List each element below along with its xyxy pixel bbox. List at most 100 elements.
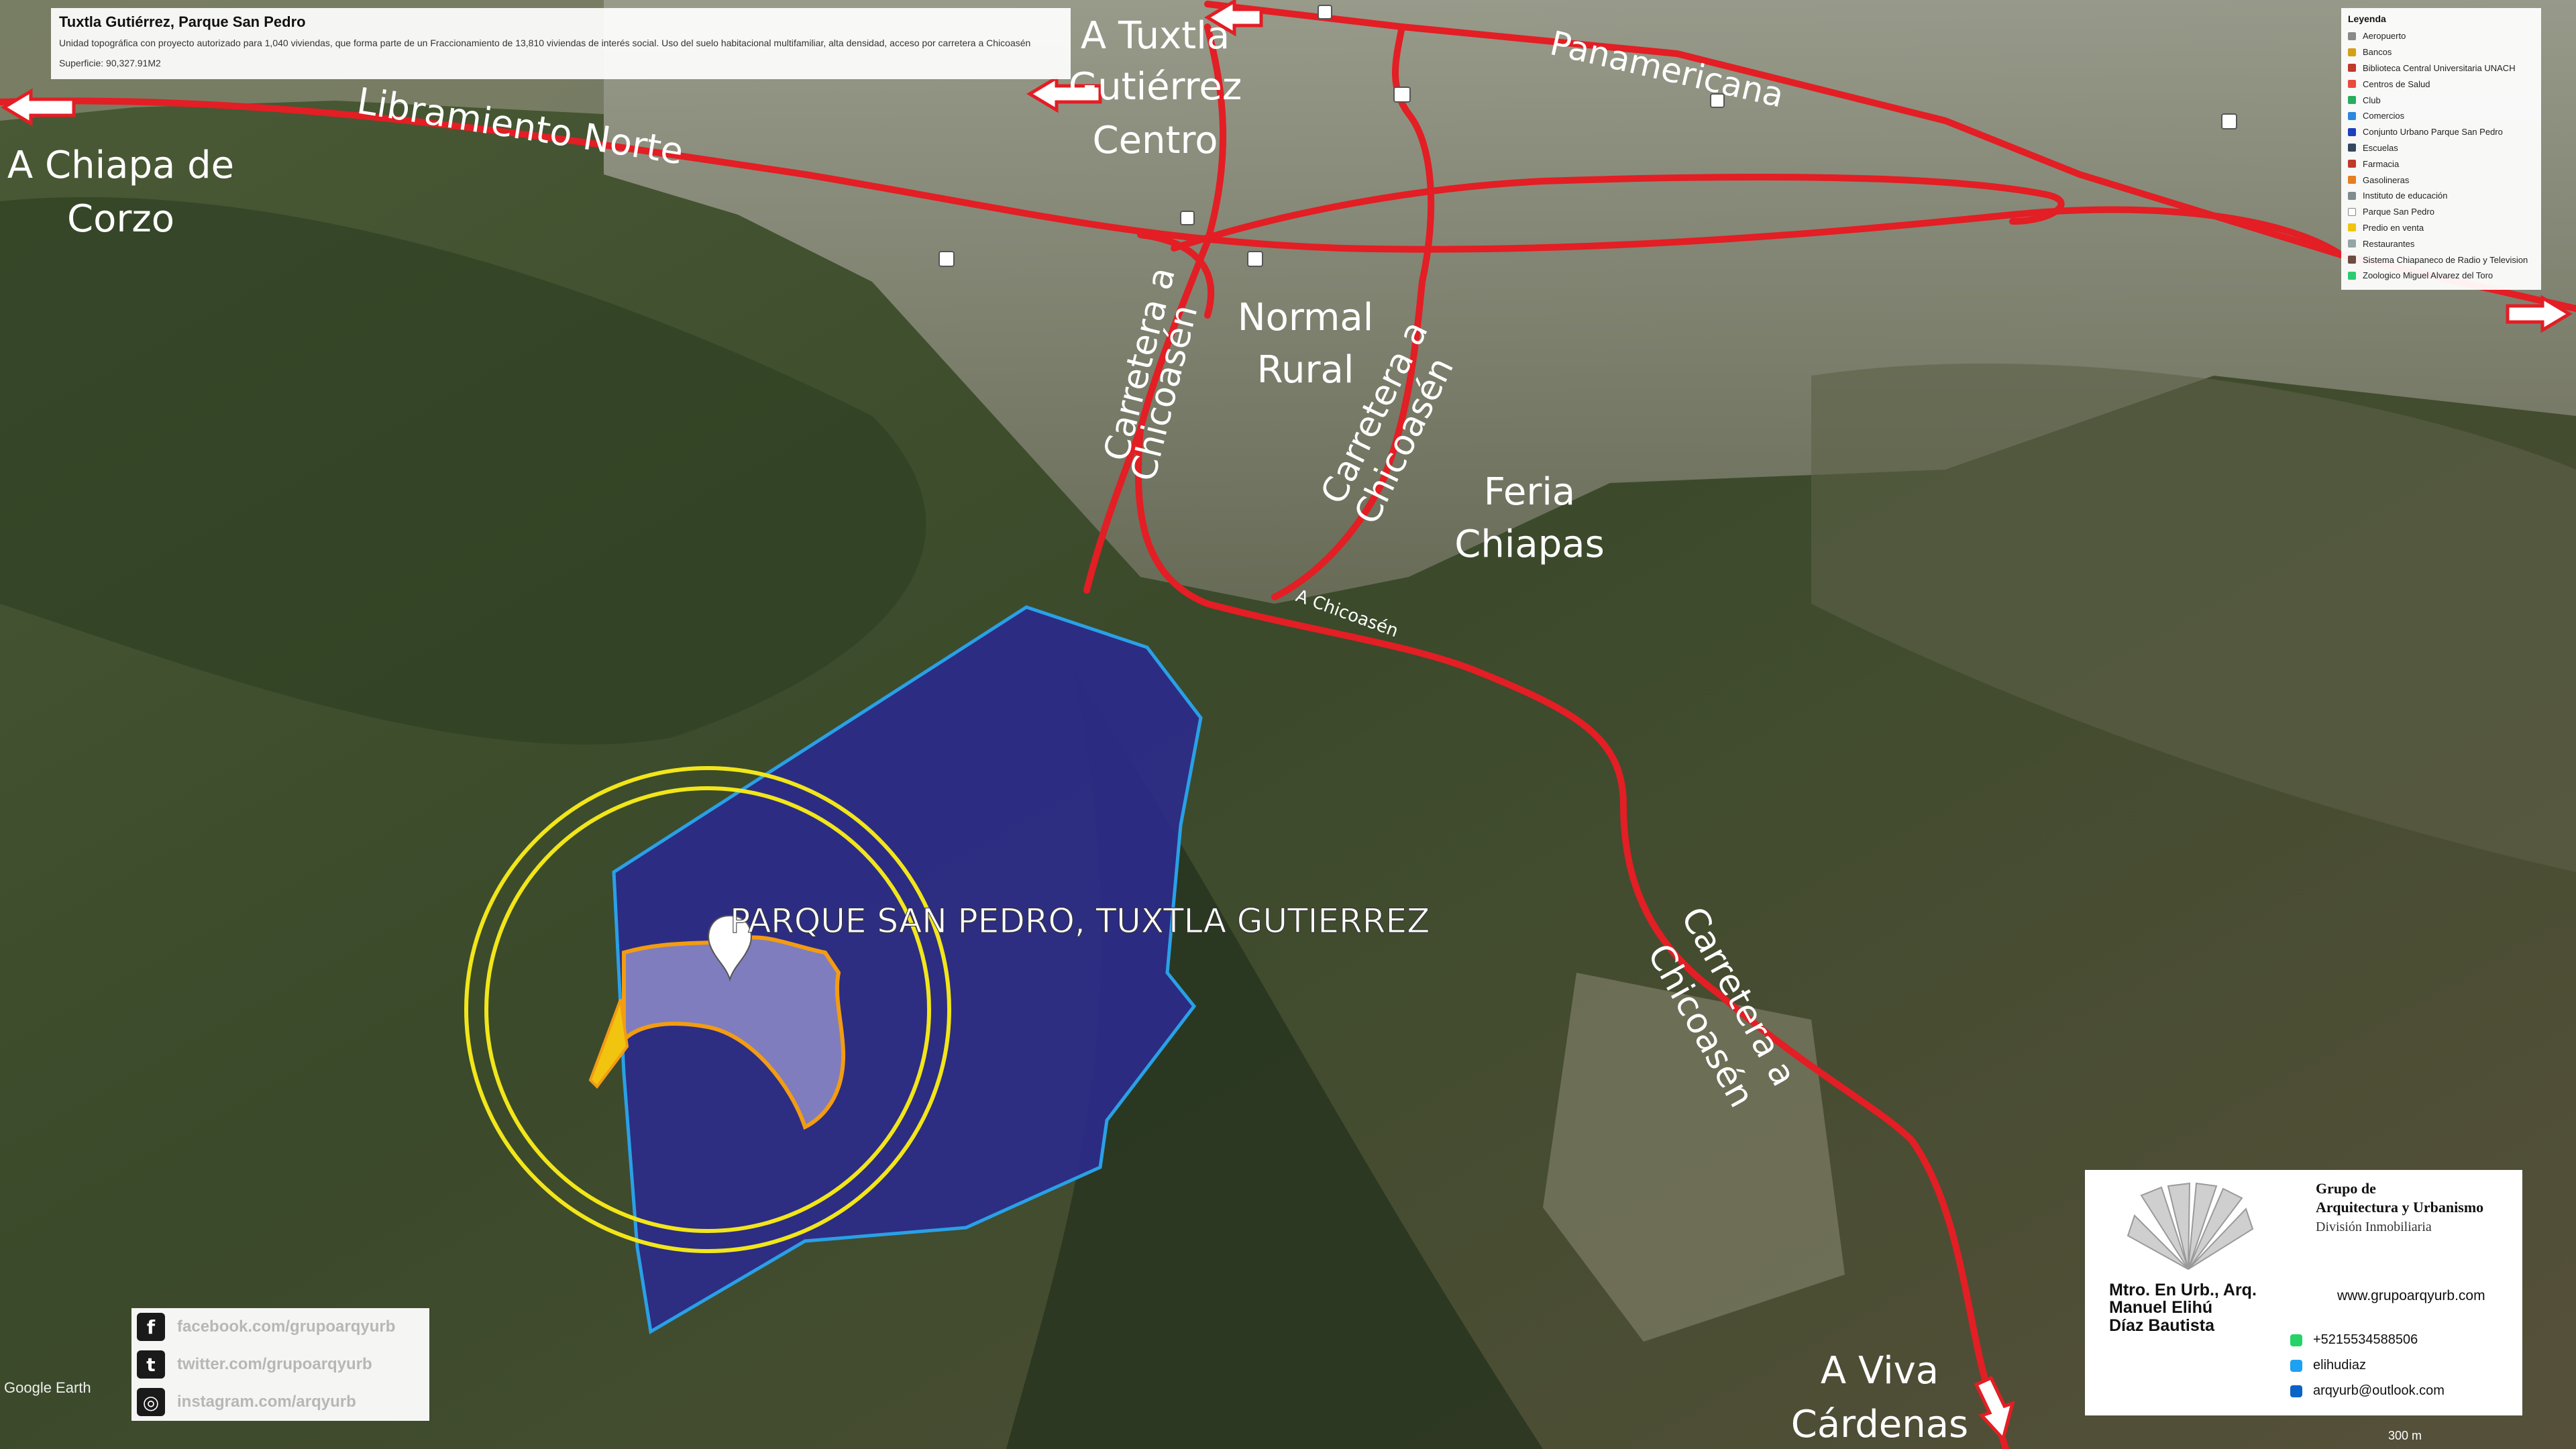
legend-item-label: Farmacia xyxy=(2363,158,2400,169)
social-instagram[interactable]: ◎ instagram.com/arqyurb xyxy=(131,1383,429,1421)
label-chiapa-line2: Corzo xyxy=(67,197,174,241)
legend-item[interactable]: Sistema Chiapaneco de Radio y Television xyxy=(2348,252,2534,268)
legend-item[interactable]: Farmacia xyxy=(2348,156,2534,172)
legend-item-label: Conjunto Urbano Parque San Pedro xyxy=(2363,127,2503,138)
name-line1: Mtro. En Urb., Arq. xyxy=(2109,1281,2257,1299)
legend-item[interactable]: Zoologico Miguel Alvarez del Toro xyxy=(2348,268,2534,284)
instagram-icon: ◎ xyxy=(137,1388,165,1416)
company-logo xyxy=(2127,1182,2254,1270)
school-icon xyxy=(938,251,955,267)
email-row[interactable]: arqyurb@outlook.com xyxy=(2290,1383,2445,1399)
radio-tv-icon xyxy=(2348,256,2356,264)
phone-number: +5215534588506 xyxy=(2313,1332,2418,1347)
legend-item[interactable]: Restaurantes xyxy=(2348,235,2534,252)
info-area: Superficie: 90,327.91M2 xyxy=(59,58,161,68)
legend-panel: Leyenda Aeropuerto Bancos Biblioteca Cen… xyxy=(2341,8,2541,290)
legend-item[interactable]: Escuelas xyxy=(2348,140,2534,156)
urban-complex-icon xyxy=(2348,127,2356,136)
division: División Inmobiliaria xyxy=(2316,1220,2432,1234)
school-icon xyxy=(1710,93,1725,108)
email-address: arqyurb@outlook.com xyxy=(2313,1383,2445,1398)
website-link[interactable]: www.grupoarqyurb.com xyxy=(2337,1288,2485,1304)
bank-icon xyxy=(2348,48,2356,56)
legend-item[interactable]: Bancos xyxy=(2348,44,2534,60)
legend-item-label: Aeropuerto xyxy=(2363,31,2406,42)
info-panel: Tuxtla Gutiérrez, Parque San Pedro Unida… xyxy=(51,8,1071,79)
school-icon xyxy=(1393,87,1411,103)
skype-handle: elihudiaz xyxy=(2313,1358,2366,1373)
park-icon xyxy=(2348,207,2356,216)
legend-item-label: Biblioteca Central Universitaria UNACH xyxy=(2363,62,2516,73)
twitter-icon: t xyxy=(137,1350,165,1379)
legend-item-label: Club xyxy=(2363,95,2381,105)
phone-row[interactable]: +5215534588506 xyxy=(2290,1332,2418,1348)
legend-item[interactable]: Predio en venta xyxy=(2348,220,2534,236)
group-line1: Grupo de xyxy=(2316,1180,2376,1197)
skype-row[interactable]: elihudiaz xyxy=(2290,1358,2366,1373)
legend-item-label: Zoologico Miguel Alvarez del Toro xyxy=(2363,270,2493,281)
skype-icon xyxy=(2290,1359,2302,1372)
facebook-icon: f xyxy=(137,1313,165,1341)
legend-item-label: Sistema Chiapaneco de Radio y Television xyxy=(2363,254,2528,265)
label-viva-line1: A Viva xyxy=(1821,1349,1939,1393)
legend-item[interactable]: Gasolineras xyxy=(2348,172,2534,188)
school-icon xyxy=(1247,251,1263,267)
school-icon xyxy=(2348,144,2356,152)
zoo-icon xyxy=(2348,271,2356,280)
label-tuxtla-line2: Gutiérrez xyxy=(1069,65,1242,109)
name-line2: Manuel Elihú xyxy=(2109,1298,2213,1318)
info-description: Unidad topográfica con proyecto autoriza… xyxy=(59,38,1031,48)
legend-item-label: Escuelas xyxy=(2363,142,2398,153)
legend-item-label: Comercios xyxy=(2363,111,2405,121)
legend-item[interactable]: Centros de Salud xyxy=(2348,76,2534,92)
business-card: Grupo de Arquitectura y Urbanismo Divisió… xyxy=(2085,1170,2522,1415)
school-icon xyxy=(1180,211,1195,225)
legend-item-label: Instituto de educación xyxy=(2363,191,2448,201)
legend-item[interactable]: Instituto de educación xyxy=(2348,188,2534,204)
group-line2: Arquitectura y Urbanismo xyxy=(2316,1198,2484,1216)
legend-item-label: Bancos xyxy=(2363,47,2392,58)
legend-item-label: Centros de Salud xyxy=(2363,78,2430,89)
restaurant-icon xyxy=(2221,113,2237,129)
facebook-link[interactable]: facebook.com/grupoarqyurb xyxy=(177,1318,395,1336)
satellite-map[interactable]: Libramiento Norte Panamericana Carretera… xyxy=(0,0,2576,1449)
label-chiapa-line1: A Chiapa de xyxy=(7,144,234,187)
legend-title: Leyenda xyxy=(2348,13,2386,24)
social-panel: f facebook.com/grupoarqyurb t twitter.com/… xyxy=(131,1308,429,1421)
info-title: Tuxtla Gutiérrez, Parque San Pedro xyxy=(59,13,306,30)
outlook-icon xyxy=(2290,1385,2302,1397)
label-tuxtla-line1: A Tuxtla xyxy=(1081,14,1230,58)
legend-item[interactable]: Parque San Pedro xyxy=(2348,204,2534,220)
contact-name: Mtro. En Urb., Arq. Manuel Elihú Díaz Baut… xyxy=(2109,1281,2257,1334)
twitter-link[interactable]: twitter.com/grupoarqyurb xyxy=(177,1355,372,1374)
legend-item-label: Restaurantes xyxy=(2363,238,2415,249)
gas-station-icon xyxy=(2348,176,2356,184)
legend-item[interactable]: Conjunto Urbano Parque San Pedro xyxy=(2348,124,2534,140)
library-icon xyxy=(2348,64,2356,72)
for-sale-icon xyxy=(2348,223,2356,232)
school-icon xyxy=(1318,5,1332,19)
club-icon xyxy=(2348,96,2356,105)
project-label: PARQUE SAN PEDRO, TUXTLA GUTIERREZ xyxy=(730,902,1430,941)
instagram-link[interactable]: instagram.com/arqyurb xyxy=(177,1393,356,1411)
social-twitter[interactable]: t twitter.com/grupoarqyurb xyxy=(131,1346,429,1383)
google-earth-logo: Google Earth xyxy=(4,1379,91,1396)
legend-item[interactable]: Biblioteca Central Universitaria UNACH xyxy=(2348,60,2534,76)
health-center-icon xyxy=(2348,80,2356,89)
institute-icon xyxy=(2348,191,2356,200)
restaurant-icon xyxy=(2348,239,2356,248)
group-name: Grupo de Arquitectura y Urbanismo xyxy=(2316,1179,2483,1216)
shop-icon xyxy=(2348,111,2356,120)
legend-item-label: Predio en venta xyxy=(2363,222,2424,233)
label-viva-line2: Cárdenas xyxy=(1791,1403,1968,1446)
legend-item[interactable]: Club xyxy=(2348,92,2534,108)
label-feria-line2: Chiapas xyxy=(1454,523,1605,566)
name-line3: Díaz Bautista xyxy=(2109,1316,2214,1335)
legend-item-label: Parque San Pedro xyxy=(2363,207,2434,217)
label-normal-line2: Rural xyxy=(1257,348,1354,392)
social-facebook[interactable]: f facebook.com/grupoarqyurb xyxy=(131,1308,429,1346)
legend-item[interactable]: Aeropuerto xyxy=(2348,28,2534,44)
legend-item[interactable]: Comercios xyxy=(2348,108,2534,124)
label-feria-line1: Feria xyxy=(1484,470,1576,514)
whatsapp-icon xyxy=(2290,1334,2302,1346)
